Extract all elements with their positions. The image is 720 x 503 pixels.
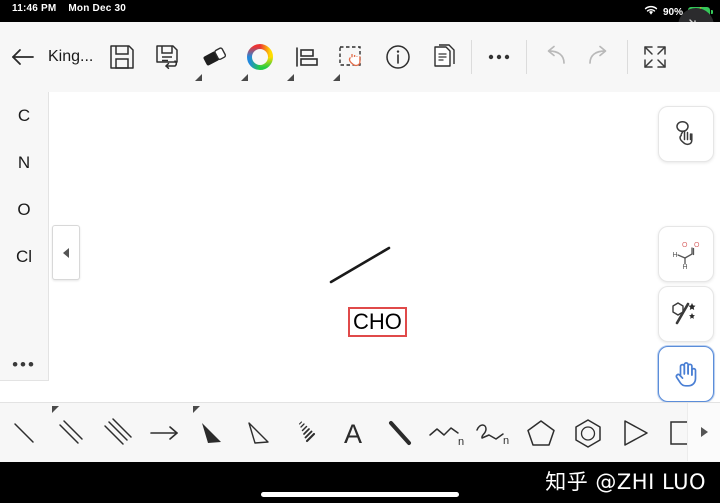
molecule-structure-icon: H O O H (673, 242, 701, 271)
structure-drawing (329, 246, 391, 284)
document-title[interactable]: King... (46, 48, 99, 66)
zigzag-chain-n-icon: n (428, 427, 464, 448)
align-button[interactable] (283, 31, 329, 83)
solid-wedge-icon (201, 423, 221, 443)
letter-a-icon: A (343, 419, 361, 449)
undo-arrow-icon (548, 45, 566, 64)
expand-fullscreen-icon (644, 46, 667, 68)
lasso-hand-icon (339, 46, 362, 67)
toolbar-divider-3 (627, 40, 629, 74)
hashed-wedge-icon (298, 421, 315, 443)
triple-bond-tool[interactable] (94, 404, 141, 462)
cyclopropane-tool[interactable] (611, 404, 658, 462)
redo-button[interactable] (577, 31, 623, 83)
double-bond-tool[interactable] (47, 404, 94, 462)
svg-text:H: H (683, 264, 688, 271)
triangle-ring-icon (623, 420, 648, 446)
back-arrow-icon (12, 49, 34, 65)
status-bar-left: 11:46 PM Mon Dec 30 (12, 3, 126, 14)
svg-text:n: n (503, 435, 509, 447)
curly-chain-n-icon: n (475, 424, 509, 447)
benzene-ring-icon (574, 419, 601, 448)
svg-text:A: A (343, 419, 361, 449)
svg-text:n: n (458, 436, 464, 448)
color-button[interactable] (237, 31, 283, 83)
floppy-disk-icon (110, 45, 135, 69)
info-button[interactable] (375, 31, 421, 83)
more-options-button[interactable] (476, 31, 522, 83)
align-left-icon (296, 47, 319, 67)
redo-arrow-icon (589, 45, 607, 64)
color-dropdown-caret[interactable] (241, 74, 249, 81)
bond-line (329, 246, 391, 284)
lasso-select-button[interactable] (329, 31, 375, 83)
arrow-right-icon (149, 426, 178, 440)
template-magic-tool-button[interactable] (658, 286, 714, 342)
app-root: 11:46 PM Mon Dec 30 90% ⚡ (0, 0, 720, 503)
bold-wedge-tool[interactable] (188, 404, 235, 462)
more-dots-icon (489, 54, 510, 60)
chain-tool[interactable]: n (423, 404, 470, 462)
align-dropdown-caret[interactable] (287, 74, 295, 81)
double-bond-icon (58, 420, 83, 444)
info-circle-icon (386, 45, 411, 69)
lasso-pointing-hand-icon (676, 120, 693, 146)
eraser-button[interactable] (191, 31, 237, 83)
atom-label-text: CHO (353, 309, 402, 334)
thick-bond-tool[interactable] (376, 404, 423, 462)
back-button[interactable] (0, 31, 46, 83)
color-wheel-icon (247, 44, 274, 70)
save-as-button[interactable] (145, 31, 191, 83)
toolbar-divider-1 (471, 40, 473, 74)
single-bond-icon (13, 423, 34, 443)
wedge-dropdown-caret[interactable] (193, 406, 200, 413)
benzene-tool[interactable] (564, 404, 611, 462)
floppy-disk-arrow-icon (156, 45, 179, 70)
eraser-icon (203, 47, 227, 66)
chevron-right-icon (700, 427, 708, 437)
footer-bar: 知乎 @ZHI LUO (0, 462, 720, 503)
top-toolbar: King... (0, 22, 720, 93)
hexagon-pen-stars-icon (672, 302, 696, 325)
svg-text:H: H (673, 252, 678, 259)
structure-tool-button[interactable]: H O O H (658, 226, 714, 282)
triple-bond-icon (103, 418, 132, 445)
watermark-text: 知乎 @ZHI LUO (545, 470, 706, 494)
pentagon-ring-icon (526, 420, 555, 446)
status-date: Mon Dec 30 (68, 3, 126, 14)
wifi-icon (644, 3, 658, 21)
drawing-canvas[interactable]: C N O Cl ••• CHO H O O H (0, 92, 720, 402)
open-hand-icon (675, 362, 697, 387)
fullscreen-button[interactable] (632, 31, 678, 83)
bottom-tool-strip: A n n (0, 402, 720, 463)
selected-atom-label[interactable]: CHO (348, 307, 407, 337)
undo-button[interactable] (531, 31, 577, 83)
pan-tool-button[interactable] (658, 346, 714, 402)
text-tool[interactable]: A (329, 404, 376, 462)
cyclopentane-tool[interactable] (517, 404, 564, 462)
save-button[interactable] (99, 31, 145, 83)
hashed-wedge-tool[interactable] (282, 404, 329, 462)
toolbar-divider-2 (526, 40, 528, 74)
home-indicator[interactable] (261, 492, 459, 497)
bottom-toolbar-scroll-right[interactable] (687, 403, 720, 461)
reaction-arrow-tool[interactable] (141, 404, 188, 462)
bold-bond-icon (388, 421, 411, 445)
status-bar: 11:46 PM Mon Dec 30 90% ⚡ (0, 0, 720, 22)
lasso-pointer-tool-button[interactable] (658, 106, 714, 162)
lasso-dropdown-caret[interactable] (333, 74, 341, 81)
eraser-dropdown-caret[interactable] (195, 74, 203, 81)
hollow-wedge-icon (247, 422, 269, 444)
polymer-chain-tool[interactable]: n (470, 404, 517, 462)
single-bond-tool[interactable] (0, 404, 47, 462)
copy-button[interactable] (421, 31, 467, 83)
svg-text:O: O (694, 242, 700, 249)
double-bond-dropdown-caret[interactable] (52, 406, 59, 413)
svg-text:O: O (682, 242, 688, 249)
status-time: 11:46 PM (12, 3, 57, 14)
documents-copy-icon (434, 44, 456, 67)
hollow-wedge-tool[interactable] (235, 404, 282, 462)
